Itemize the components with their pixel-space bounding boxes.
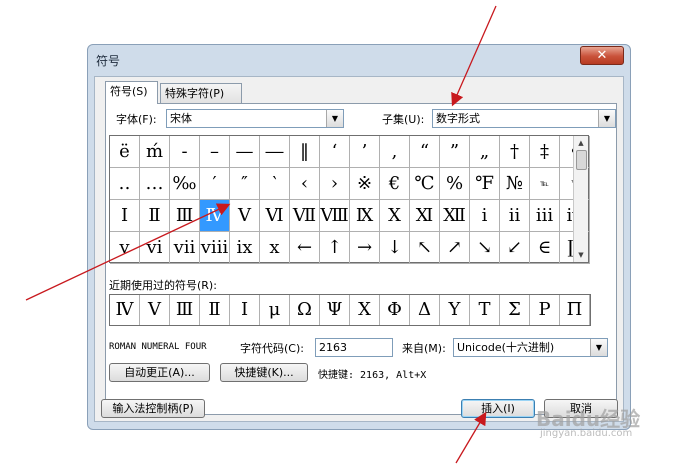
annotation-arrows <box>25 5 497 464</box>
baidu-watermark-url: jingyan.baidu.com <box>540 428 633 439</box>
arrow-to-insert <box>455 411 487 464</box>
tab-symbols[interactable]: 符号(S) <box>105 81 158 104</box>
arrow-to-symbol <box>25 203 231 301</box>
arrow-to-subset <box>451 5 497 107</box>
